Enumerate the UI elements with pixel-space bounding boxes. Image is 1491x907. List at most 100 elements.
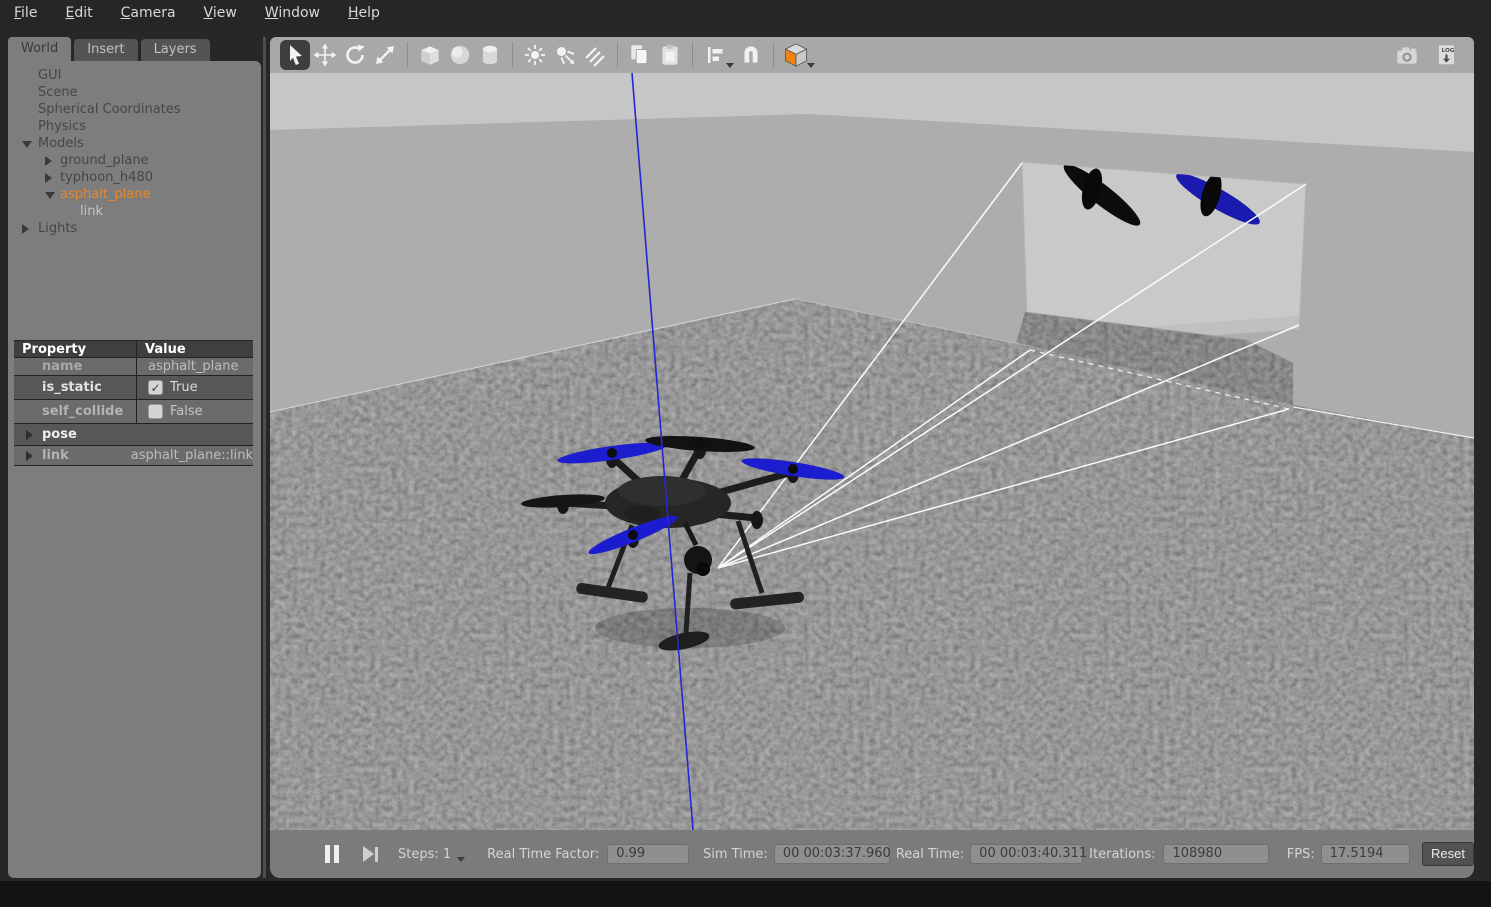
screenshot-button[interactable] [1392, 40, 1422, 70]
property-row-name[interactable]: name asphalt_plane [14, 358, 253, 376]
panel-splitter[interactable] [263, 37, 266, 878]
select-tool-button[interactable] [280, 40, 310, 70]
fps-field[interactable]: 17.5194 [1321, 844, 1410, 864]
name-value: asphalt_plane [148, 359, 238, 374]
paste-button[interactable] [655, 40, 685, 70]
world-tree: GUI Scene Spherical Coordinates Physics … [8, 67, 261, 237]
expander-right-icon[interactable] [45, 156, 52, 166]
svg-text:LOG: LOG [1442, 48, 1455, 54]
self-collide-checkbox[interactable] [148, 404, 163, 419]
pause-button[interactable] [325, 845, 339, 863]
gazebo-window: File Edit Camera View Window Help World … [0, 0, 1491, 907]
expander-right-icon[interactable] [22, 224, 29, 234]
simulation-status-bar: Steps: 1 Real Time Factor: 0.99 Sim Time… [270, 830, 1474, 878]
menu-help[interactable]: Help [334, 1, 394, 25]
cylinder-tool-button[interactable] [475, 40, 505, 70]
rotate-tool-button[interactable] [340, 40, 370, 70]
tree-item-ground-plane[interactable]: ground_plane [8, 152, 261, 169]
view-angle-dropdown-caret[interactable] [807, 63, 815, 68]
snap-tool-button[interactable] [736, 40, 766, 70]
scene-3d-view[interactable] [270, 73, 1474, 830]
expander-right-icon[interactable] [26, 430, 33, 440]
scale-tool-button[interactable] [370, 40, 400, 70]
tab-world[interactable]: World [8, 37, 71, 61]
sphere-tool-button[interactable] [445, 40, 475, 70]
log-record-button[interactable]: LOG [1432, 40, 1462, 70]
self-collide-value: False [170, 404, 203, 419]
steps-dropdown-caret[interactable] [457, 857, 465, 862]
tree-item-gui[interactable]: GUI [8, 67, 261, 84]
property-row-pose[interactable]: pose [14, 424, 253, 446]
directional-light-tool-button[interactable] [580, 40, 610, 70]
expander-down-icon[interactable] [45, 192, 55, 199]
property-table: Property Value name asphalt_plane is_sta… [14, 340, 253, 466]
real-time-field[interactable]: 00 00:03:40.311 [970, 844, 1083, 864]
real-time-label: Real Time: [896, 847, 964, 862]
property-row-link[interactable]: link asphalt_plane::link [14, 446, 253, 466]
align-dropdown-caret[interactable] [726, 63, 734, 68]
tree-item-lights[interactable]: Lights [8, 220, 261, 237]
toolbar-separator [773, 42, 774, 68]
paste-icon [657, 42, 683, 68]
header-value: Value [137, 341, 253, 357]
select-arrow-icon [283, 43, 307, 67]
tree-item-typhoon-h480[interactable]: typhoon_h480 [8, 169, 261, 186]
expander-right-icon[interactable] [26, 451, 33, 461]
property-row-is-static[interactable]: is_static ✓ True [14, 376, 253, 400]
menu-camera[interactable]: Camera [107, 1, 190, 25]
header-property: Property [14, 341, 137, 357]
world-panel-body: GUI Scene Spherical Coordinates Physics … [8, 61, 261, 878]
toolbar-separator [512, 42, 513, 68]
translate-icon [313, 43, 337, 67]
steps-label[interactable]: Steps: 1 [398, 847, 451, 862]
reset-button[interactable]: Reset [1422, 842, 1474, 866]
menu-edit[interactable]: Edit [51, 1, 106, 25]
align-icon [703, 43, 727, 67]
box-tool-button[interactable] [415, 40, 445, 70]
toolbar-separator [617, 42, 618, 68]
is-static-checkbox[interactable]: ✓ [148, 380, 163, 395]
tree-item-spherical-coordinates[interactable]: Spherical Coordinates [8, 101, 261, 118]
rtf-field[interactable]: 0.99 [607, 844, 689, 864]
iterations-label: Iterations: [1089, 847, 1155, 862]
tree-item-models[interactable]: Models [8, 135, 261, 152]
copy-icon [627, 42, 653, 68]
property-row-self-collide[interactable]: self_collide False [14, 400, 253, 424]
rtf-label: Real Time Factor: [487, 847, 599, 862]
point-light-tool-button[interactable] [520, 40, 550, 70]
sim-time-label: Sim Time: [703, 847, 768, 862]
point-light-icon [523, 43, 547, 67]
menu-view[interactable]: View [190, 1, 251, 25]
view-cube-icon [782, 41, 810, 69]
sim-time-field[interactable]: 00 00:03:37.960 [774, 844, 890, 864]
box-icon [417, 42, 443, 68]
expander-down-icon[interactable] [22, 141, 32, 148]
tree-item-link[interactable]: link [8, 203, 261, 220]
iterations-field[interactable]: 108980 [1163, 844, 1268, 864]
tree-item-asphalt-plane[interactable]: asphalt_plane [8, 186, 261, 203]
translate-tool-button[interactable] [310, 40, 340, 70]
snap-magnet-icon [738, 42, 764, 68]
viewport-panel: LOG [270, 37, 1474, 878]
spot-light-icon [553, 43, 577, 67]
log-download-icon: LOG [1434, 42, 1460, 68]
tab-layers[interactable]: Layers [141, 39, 210, 61]
toolbar-separator [692, 42, 693, 68]
tree-item-physics[interactable]: Physics [8, 118, 261, 135]
property-table-header: Property Value [14, 341, 253, 358]
viewport-toolbar: LOG [270, 37, 1474, 73]
cylinder-icon [477, 42, 503, 68]
fps-label: FPS: [1287, 847, 1315, 862]
link-value: asphalt_plane::link [131, 448, 253, 463]
expander-right-icon[interactable] [45, 173, 52, 183]
rotate-icon [343, 43, 367, 67]
is-static-value: True [170, 380, 198, 395]
step-button[interactable] [363, 846, 378, 862]
menu-window[interactable]: Window [251, 1, 334, 25]
spot-light-tool-button[interactable] [550, 40, 580, 70]
window-bottom-edge [0, 881, 1491, 907]
tab-insert[interactable]: Insert [74, 39, 137, 61]
copy-button[interactable] [625, 40, 655, 70]
menu-file[interactable]: File [0, 1, 51, 25]
tree-item-scene[interactable]: Scene [8, 84, 261, 101]
